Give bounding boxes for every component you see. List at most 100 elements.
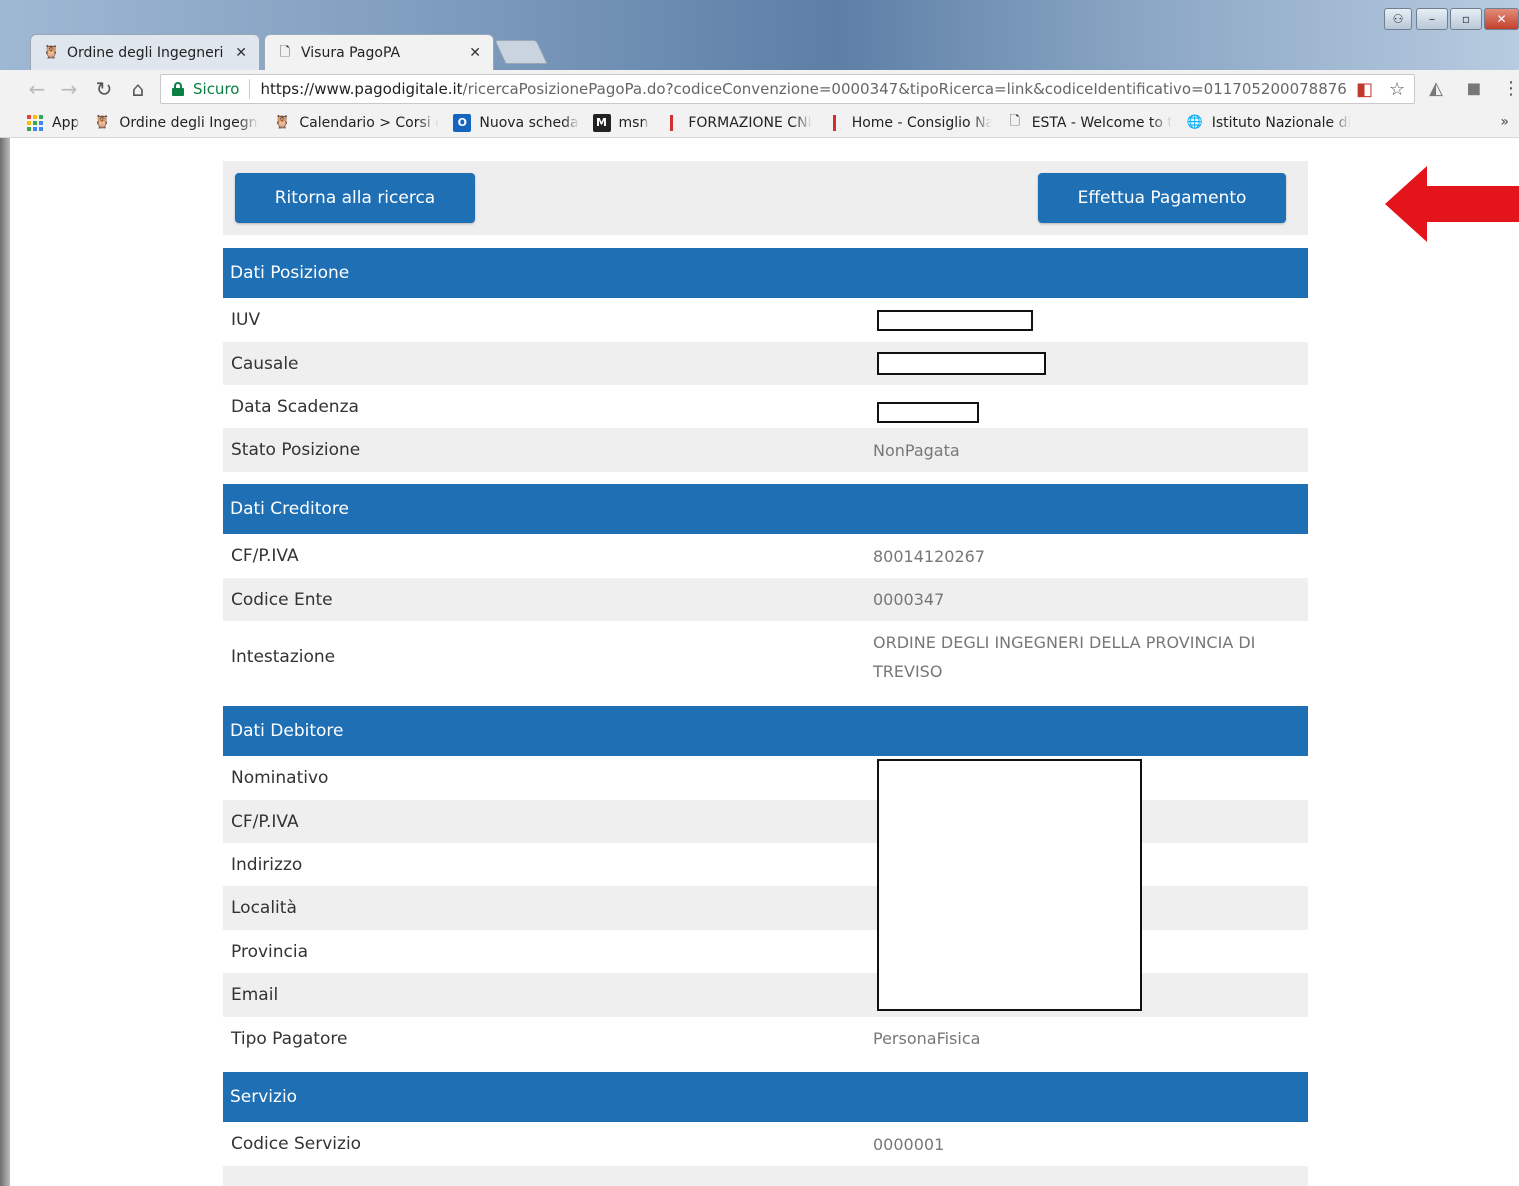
address-bar[interactable]: Sicuro https://www.pagodigitale.it /rice…: [160, 74, 1415, 104]
section-servizio: Servizio Codice Servizio 0000001: [223, 1072, 1308, 1186]
section-title: Servizio: [223, 1072, 1308, 1122]
bookmark-calendario[interactable]: 🦉 Calendario > Corsi di: [273, 114, 439, 132]
url-path: /ricercaPosizionePagoPa.do?codiceConvenz…: [462, 80, 1347, 98]
pay-button[interactable]: Effettua Pagamento: [1038, 173, 1286, 223]
table-row: Causale: [223, 342, 1308, 385]
table-row: Email: [223, 973, 1308, 1017]
red-arrow-icon: [1385, 166, 1519, 242]
section-title: Dati Posizione: [223, 248, 1308, 298]
tab-ordine-ingegneri[interactable]: 🦉 Ordine degli Ingegneri d ✕: [30, 34, 260, 70]
globe-icon: 🌐: [1186, 115, 1203, 130]
table-row: [223, 1166, 1308, 1186]
forward-arrow-icon[interactable]: →: [58, 78, 80, 100]
owl-favicon-icon: 🦉: [43, 44, 60, 60]
close-icon[interactable]: ✕: [235, 45, 247, 61]
field-value: ORDINE DEGLI INGEGNERI DELLA PROVINCIA D…: [873, 633, 1256, 681]
reload-icon[interactable]: ↻: [93, 78, 115, 100]
bookmark-consiglio[interactable]: Home - Consiglio Na: [826, 114, 992, 132]
field-value: 0000001: [873, 1134, 945, 1154]
field-label: IUV: [231, 310, 261, 330]
action-bar: Ritorna alla ricerca Effettua Pagamento: [223, 161, 1308, 235]
bookmark-label: FORMAZIONE CNI: [688, 114, 812, 131]
bookmarks-overflow-button[interactable]: »: [1500, 114, 1509, 130]
page-content: Ritorna alla ricerca Effettua Pagamento …: [10, 138, 1519, 1186]
window-edge: [0, 138, 10, 1186]
profile-icon[interactable]: ⚇: [1384, 8, 1412, 30]
bookmark-label: ESTA - Welcome to t: [1031, 114, 1172, 131]
table-row: CF/P.IVA: [223, 800, 1308, 843]
field-label: Codice Ente: [231, 589, 333, 610]
field-value: PersonaFisica: [873, 1029, 981, 1048]
table-row: IUV: [223, 298, 1308, 342]
extension-icon[interactable]: ◧: [1356, 79, 1373, 100]
bookmark-formazione-cni[interactable]: FORMAZIONE CNI: [662, 114, 812, 132]
table-row: CF/P.IVA 80014120267: [223, 534, 1308, 578]
cni-icon: [662, 114, 680, 132]
section-title: Dati Debitore: [223, 706, 1308, 756]
close-icon[interactable]: ✕: [469, 45, 481, 61]
back-to-search-button[interactable]: Ritorna alla ricerca: [235, 173, 475, 223]
bookmark-label: msn: [618, 114, 649, 131]
new-tab-button[interactable]: [494, 40, 548, 64]
menu-dots-icon[interactable]: ⋮: [1500, 78, 1519, 100]
table-row: Nominativo: [223, 756, 1308, 800]
bookmark-label: Nuova scheda: [479, 114, 579, 131]
redaction-box: [877, 759, 1142, 1011]
bookmark-star-icon[interactable]: ☆: [1389, 79, 1405, 100]
bookmark-label: Istituto Nazionale di: [1211, 114, 1352, 131]
table-row: Tipo Pagatore PersonaFisica: [223, 1017, 1308, 1060]
bookmark-ordine-ingegneri[interactable]: 🦉 Ordine degli Ingegne: [93, 114, 259, 132]
table-row: Località: [223, 886, 1308, 930]
field-label: Tipo Pagatore: [231, 1028, 348, 1049]
table-row: Stato Posizione NonPagata: [223, 428, 1308, 472]
url-host: https://www.pagodigitale.it: [260, 80, 463, 98]
table-row: Provincia: [223, 930, 1308, 973]
bookmark-nuova-scheda[interactable]: O Nuova scheda: [453, 113, 579, 132]
home-icon[interactable]: ⌂: [127, 78, 149, 100]
apps-grid-icon: [26, 114, 44, 132]
window-close-button[interactable]: ✕: [1484, 8, 1519, 30]
bookmark-app[interactable]: App: [26, 114, 79, 132]
field-label: Data Scadenza: [231, 396, 359, 417]
redaction-box: [877, 352, 1046, 375]
msn-icon: M: [592, 113, 611, 132]
field-value: NonPagata: [873, 440, 960, 460]
page-icon: 🗋: [1009, 113, 1020, 129]
section-title: Dati Creditore: [223, 484, 1308, 534]
redaction-box: [877, 310, 1033, 331]
maximize-button[interactable]: ▫: [1450, 8, 1482, 30]
bookmark-istituto[interactable]: 🌐 Istituto Nazionale di: [1186, 114, 1352, 132]
extension-icon[interactable]: ◭: [1425, 78, 1447, 100]
bookmark-esta[interactable]: 🗋 ESTA - Welcome to t: [1006, 113, 1172, 132]
redaction-box: [877, 402, 979, 423]
browser-titlebar: 🦉 Ordine degli Ingegneri d ✕ 🗋 Visura Pa…: [0, 0, 1519, 70]
section-dati-debitore: Dati Debitore Nominativo CF/P.IVA Indiri…: [223, 706, 1308, 1060]
field-label: Nominativo: [231, 768, 329, 788]
table-row: Codice Ente 0000347: [223, 578, 1308, 621]
cni-icon: [826, 114, 844, 132]
tab-label: Visura PagoPA: [301, 44, 401, 61]
browser-toolbar: ← → ↻ ⌂ Sicuro https://www.pagodigitale.…: [0, 70, 1519, 108]
divider: [249, 79, 251, 99]
field-label: Email: [231, 985, 279, 1005]
table-row: Indirizzo: [223, 843, 1308, 886]
section-dati-creditore: Dati Creditore CF/P.IVA 80014120267 Codic…: [223, 484, 1308, 693]
bookmark-label: Calendario > Corsi di: [299, 114, 440, 131]
owl-favicon-icon: 🦉: [94, 115, 111, 130]
tab-label: Ordine degli Ingegneri d: [67, 44, 228, 61]
bookmark-msn[interactable]: M msn: [592, 113, 649, 132]
bookmark-label: Home - Consiglio Na: [851, 114, 992, 131]
back-arrow-icon[interactable]: ←: [26, 78, 48, 100]
tab-visura-pagopa[interactable]: 🗋 Visura PagoPA ✕: [264, 34, 494, 70]
field-label: Causale: [231, 353, 299, 374]
field-label: Indirizzo: [231, 854, 303, 875]
table-row: Intestazione ORDINE DEGLI INGEGNERI DELLA…: [223, 621, 1308, 693]
section-dati-posizione: Dati Posizione IUV Causale Data Scadenza…: [223, 248, 1308, 472]
outlook-icon: O: [453, 113, 472, 132]
bookmarks-bar: App 🦉 Ordine degli Ingegne 🦉 Calendario …: [0, 108, 1519, 138]
bookmark-label: Ordine degli Ingegne: [119, 114, 260, 131]
minimize-button[interactable]: –: [1416, 8, 1448, 30]
field-label: Località: [231, 898, 297, 918]
field-label: Provincia: [231, 941, 309, 962]
extension-square-icon[interactable]: ◼: [1463, 78, 1485, 100]
